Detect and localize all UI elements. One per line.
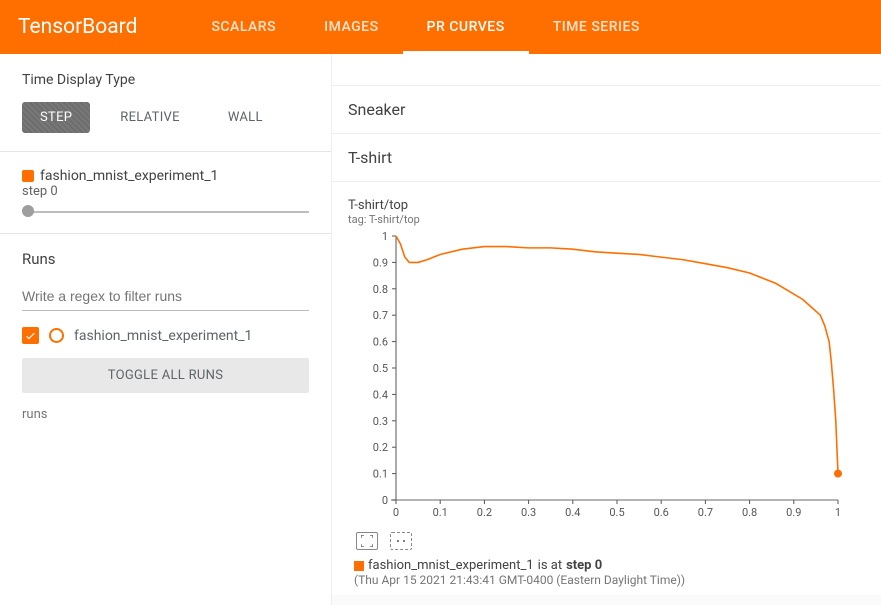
run-item[interactable]: fashion_mnist_experiment_1 <box>0 323 331 354</box>
run-label: fashion_mnist_experiment_1 <box>74 328 252 344</box>
caption-swatch <box>354 561 364 571</box>
run-radio[interactable] <box>49 328 64 343</box>
svg-text:0.6: 0.6 <box>654 506 669 519</box>
svg-text:0: 0 <box>393 506 399 519</box>
runs-footer: runs <box>0 397 331 432</box>
chart-caption: fashion_mnist_experiment_1 is at step 0 <box>348 558 865 573</box>
run-checkbox[interactable] <box>22 327 39 344</box>
time-display-title: Time Display Type <box>22 72 309 88</box>
runs-regex-input[interactable] <box>22 282 309 311</box>
pr-curve-chart[interactable]: 0 0.1 0.2 0.3 0.4 0.5 0.6 0.7 0.8 0.9 1 0 0.1 0.2 0.3 0… <box>348 228 848 528</box>
tab-scalars[interactable]: SCALARS <box>187 0 300 54</box>
svg-text:0.8: 0.8 <box>373 283 388 296</box>
svg-text:0.3: 0.3 <box>373 415 388 428</box>
time-mode-relative[interactable]: RELATIVE <box>102 102 198 133</box>
step-label: step 0 <box>0 184 331 205</box>
step-slider[interactable] <box>22 205 309 219</box>
sidebar: Time Display Type STEP RELATIVE WALL fashi… <box>0 54 332 605</box>
time-mode-group: STEP RELATIVE WALL <box>22 102 309 133</box>
panel-header-tshirt[interactable]: T-shirt <box>332 134 881 182</box>
svg-text:0.1: 0.1 <box>373 468 388 481</box>
tab-time-series[interactable]: TIME SERIES <box>529 0 664 54</box>
svg-text:0.1: 0.1 <box>433 506 448 519</box>
svg-text:0.5: 0.5 <box>609 506 624 519</box>
caption-mid: is at <box>538 558 562 573</box>
svg-text:0: 0 <box>382 494 388 507</box>
svg-text:0.2: 0.2 <box>373 441 388 454</box>
caption-step: step 0 <box>566 558 602 573</box>
svg-text:1: 1 <box>382 230 388 243</box>
slider-thumb[interactable] <box>22 205 34 217</box>
svg-text:0.5: 0.5 <box>373 362 388 375</box>
reset-zoom-icon[interactable] <box>390 532 412 550</box>
run-swatch <box>22 170 34 182</box>
time-mode-wall[interactable]: WALL <box>210 102 281 133</box>
svg-text:0.7: 0.7 <box>373 309 388 322</box>
svg-text:0.8: 0.8 <box>742 506 757 519</box>
svg-text:0.3: 0.3 <box>521 506 536 519</box>
chart-card: T-shirt/top tag: T-shirt/top 00.10.20.30… <box>332 182 881 595</box>
tab-images[interactable]: IMAGES <box>300 0 402 54</box>
svg-text:0.4: 0.4 <box>565 506 580 519</box>
brand: TensorBoard <box>18 15 137 39</box>
svg-text:0.9: 0.9 <box>786 506 801 519</box>
main-content: Sneaker T-shirt T-shirt/top tag: T-shirt… <box>332 54 881 605</box>
expand-icon[interactable] <box>356 532 378 550</box>
panel-header-sneaker[interactable]: Sneaker <box>332 86 881 134</box>
svg-text:1: 1 <box>835 506 841 519</box>
chart-title: T-shirt/top <box>348 198 865 213</box>
runs-title: Runs <box>0 250 331 268</box>
chart-timestamp: (Thu Apr 15 2021 21:43:41 GMT-0400 (East… <box>348 573 865 587</box>
current-run-name: fashion_mnist_experiment_1 <box>40 168 218 184</box>
nav-tabs: SCALARSIMAGESPR CURVESTIME SERIES <box>187 0 663 54</box>
toggle-all-runs-button[interactable]: TOGGLE ALL RUNS <box>22 358 309 393</box>
caption-run: fashion_mnist_experiment_1 <box>368 558 534 573</box>
app-header: TensorBoard SCALARSIMAGESPR CURVESTIME S… <box>0 0 881 54</box>
chart-tag: tag: T-shirt/top <box>348 213 865 226</box>
svg-text:0.7: 0.7 <box>698 506 713 519</box>
time-mode-step[interactable]: STEP <box>22 102 90 133</box>
svg-text:0.6: 0.6 <box>373 336 388 349</box>
svg-text:0.4: 0.4 <box>373 388 388 401</box>
svg-text:0.2: 0.2 <box>477 506 492 519</box>
svg-text:0.9: 0.9 <box>373 256 388 269</box>
tab-pr-curves[interactable]: PR CURVES <box>403 0 529 54</box>
